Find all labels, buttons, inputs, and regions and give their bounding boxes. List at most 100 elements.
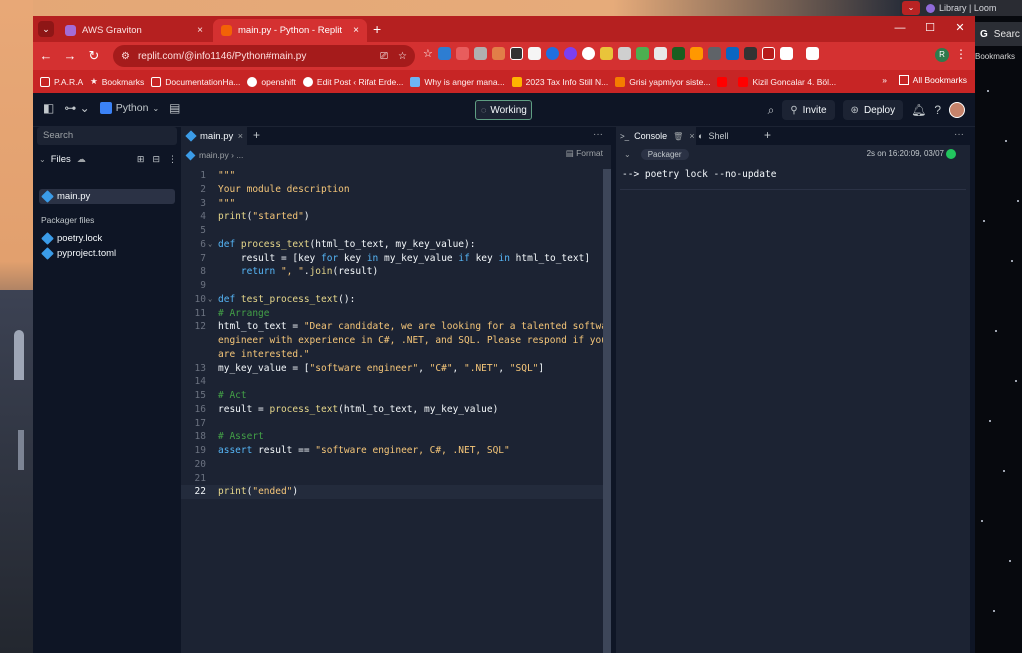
extension-icon[interactable] <box>563 47 577 60</box>
project-tree-icon[interactable]: ⊶ ⌄ <box>64 101 89 115</box>
extension-icon[interactable] <box>455 47 469 60</box>
close-window-button[interactable]: ✕ <box>945 16 975 40</box>
add-tab-button[interactable]: + <box>253 128 260 142</box>
extension-icon[interactable] <box>743 47 757 60</box>
puzzle-extensions-icon[interactable] <box>779 47 793 60</box>
extension-icon[interactable] <box>509 47 523 60</box>
code-line[interactable]: 3 """ <box>181 197 603 211</box>
close-icon[interactable]: × <box>238 131 243 141</box>
chevron-down-icon[interactable]: ⌄ <box>39 155 46 164</box>
tab-shell[interactable]: ◐ Shell <box>698 127 728 145</box>
star-extension-icon[interactable]: ☆ <box>423 47 433 60</box>
code-line[interactable]: are interested." <box>181 348 603 362</box>
extension-icon[interactable] <box>689 47 703 60</box>
extension-icon[interactable] <box>707 47 721 60</box>
bookmark-star-icon[interactable]: ☆ <box>398 51 407 62</box>
bookmark-item[interactable]: openshift <box>247 76 296 87</box>
bell-icon[interactable]: 🔔︎ <box>911 103 926 117</box>
extension-icon[interactable] <box>653 47 667 60</box>
close-icon[interactable]: × <box>353 25 359 36</box>
extension-icon[interactable] <box>617 47 631 60</box>
trash-icon[interactable]: 🗑︎ <box>673 132 683 141</box>
code-line[interactable]: 14 <box>181 375 603 389</box>
code-line[interactable]: 10 ⌄ def test_process_text(): <box>181 293 603 307</box>
chevron-down-icon[interactable]: ⌄ <box>624 150 631 159</box>
code-line[interactable]: 2 Your module description <box>181 183 603 197</box>
minimize-button[interactable]: — <box>885 16 915 40</box>
extension-icon[interactable] <box>545 47 559 60</box>
code-line[interactable]: 9 <box>181 279 603 293</box>
extension-icon[interactable] <box>437 47 451 60</box>
packager-badge[interactable]: Packager <box>640 148 689 160</box>
code-line[interactable]: engineer with experience in C#, .NET, an… <box>181 334 607 348</box>
extension-icon[interactable] <box>635 47 649 60</box>
code-line[interactable]: 18 # Assert <box>181 430 603 444</box>
bookmark-item[interactable]: 2023 Tax Info Still N... <box>511 76 608 87</box>
bookmark-item[interactable]: Edit Post ‹ Rifat Erde... <box>302 76 403 87</box>
editor-scrollbar[interactable] <box>603 169 611 653</box>
extension-icon[interactable] <box>599 47 613 60</box>
editor-tab-main-py[interactable]: main.py × <box>181 127 247 145</box>
close-icon[interactable]: × <box>689 131 694 141</box>
add-tab-button[interactable]: + <box>764 128 771 142</box>
code-line[interactable]: 12 html_to_text = "Dear candidate, we are… <box>181 320 619 334</box>
forward-arrow-icon[interactable]: → <box>59 45 81 67</box>
language-selector[interactable]: Python ⌄ <box>99 102 159 114</box>
code-line[interactable]: 4 print("started") <box>181 210 603 224</box>
maximize-button[interactable]: ☐ <box>915 16 945 40</box>
more-menu-icon[interactable]: ⋮ <box>955 47 967 61</box>
bookmarks-overflow-button[interactable]: » <box>882 75 887 85</box>
close-icon[interactable]: × <box>197 25 203 36</box>
search-icon[interactable]: ⌕ <box>768 103 775 118</box>
browser-tab-replit[interactable]: main.py - Python - Replit × <box>213 19 367 42</box>
browser-tab-aws[interactable]: AWS Graviton × <box>57 19 211 42</box>
more-options-icon[interactable]: ⋮ <box>168 154 177 165</box>
sidebar-toggle-icon[interactable]: ◧ <box>43 101 54 115</box>
bookmark-item[interactable] <box>717 76 731 87</box>
fold-chevron-icon[interactable]: ⌄ <box>208 293 212 307</box>
code-line[interactable]: 16 result = process_text(html_to_text, my… <box>181 403 603 417</box>
code-line[interactable]: 6 ⌄ def process_text(html_to_text, my_key_… <box>181 238 603 252</box>
new-folder-icon[interactable]: ⊟ <box>152 154 160 165</box>
extension-icon[interactable] <box>671 47 685 60</box>
file-item-pyproject-toml[interactable]: pyproject.toml <box>39 246 175 261</box>
code-line[interactable]: 21 <box>181 472 603 486</box>
code-area[interactable]: 1 """ 2 Your module description 3 """ 4 print("… <box>181 169 619 639</box>
file-item-main-py[interactable]: main.py <box>39 189 175 204</box>
deploy-button[interactable]: ⊛ Deploy <box>842 100 904 120</box>
fold-chevron-icon[interactable]: ⌄ <box>208 238 212 252</box>
code-line[interactable]: 8 return ", ".join(result) <box>181 265 603 279</box>
search-input[interactable]: Search <box>37 127 177 145</box>
back-arrow-icon[interactable]: ← <box>35 45 57 67</box>
code-line[interactable]: 20 <box>181 458 603 472</box>
extension-icon[interactable] <box>527 47 541 60</box>
extension-icon[interactable] <box>581 47 595 60</box>
file-item-poetry-lock[interactable]: poetry.lock <box>39 231 175 246</box>
new-file-icon[interactable]: ⊞ <box>137 154 145 165</box>
bookmark-item[interactable]: Why is anger mana... <box>410 76 505 87</box>
code-line[interactable]: 7 result = [key for key in my_key_value … <box>181 252 603 266</box>
bookmark-item[interactable]: P.A.R.A <box>40 76 83 87</box>
bookmark-item[interactable]: ★ Bookmarks <box>90 76 144 87</box>
extension-icon[interactable] <box>473 47 487 60</box>
help-button[interactable]: ? <box>934 103 941 117</box>
run-status-button[interactable]: ◌ Working <box>475 100 532 120</box>
tab-console[interactable]: >_ Console 🗑︎ × <box>616 127 696 145</box>
code-line[interactable]: 5 <box>181 224 603 238</box>
address-bar[interactable]: ⚙ replit.com/@info1146/Python#main.py ⎚ … <box>113 45 415 67</box>
background-loom-tab[interactable]: ⌄ Library | Loom <box>900 0 1022 16</box>
more-options-icon[interactable]: ··· <box>954 129 964 140</box>
new-tab-button[interactable]: + <box>373 21 381 37</box>
install-app-icon[interactable]: ⎚ <box>380 51 388 62</box>
invite-button[interactable]: ⚲ Invite <box>782 100 835 120</box>
code-line[interactable]: 22 print("ended") <box>181 485 603 499</box>
bookmark-item[interactable]: Kizil Goncalar 4. Böl... <box>738 76 836 87</box>
files-header[interactable]: ⌄ Files ☁ ⊞ ⊟ ⋮ <box>39 151 177 167</box>
bookmark-item[interactable]: Grisi yapmiyor siste... <box>615 76 710 87</box>
extension-icon[interactable] <box>725 47 739 60</box>
code-line[interactable]: 13 my_key_value = ["software engineer", "… <box>181 362 603 376</box>
chevron-down-icon[interactable]: ⌄ <box>902 1 920 15</box>
tab-search-icon[interactable]: ⌄ <box>38 21 54 37</box>
extension-icon[interactable] <box>491 47 505 60</box>
profile-avatar[interactable]: R <box>935 48 949 62</box>
